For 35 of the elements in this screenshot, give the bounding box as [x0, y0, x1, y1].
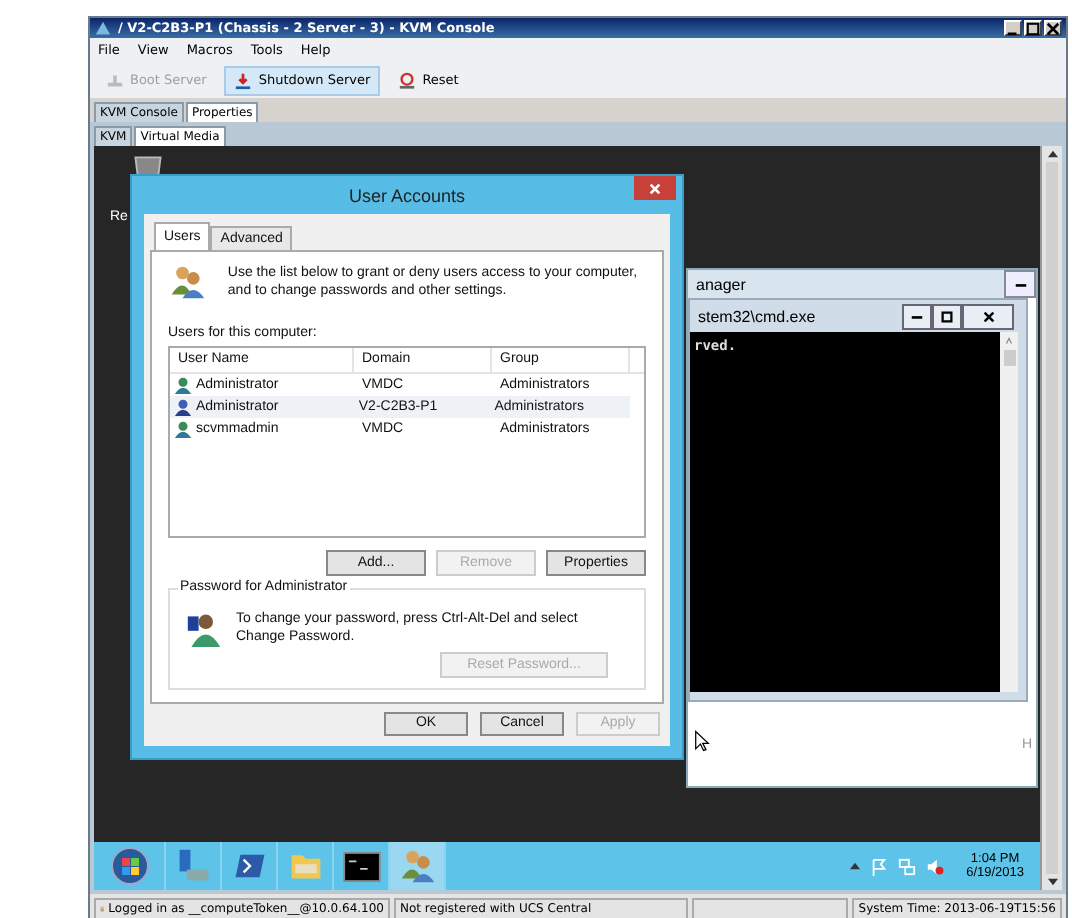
close-icon: [648, 181, 662, 195]
speaker-muted-icon[interactable]: [926, 857, 945, 875]
minimize-button[interactable]: [902, 303, 932, 329]
close-button[interactable]: [962, 303, 1014, 329]
powershell-icon: [231, 850, 267, 882]
scroll-down-icon: [1047, 878, 1057, 886]
user-icon: [174, 419, 192, 438]
scroll-up-icon: [1047, 150, 1057, 158]
close-button[interactable]: [1044, 20, 1062, 36]
users-icon: [168, 264, 208, 300]
user-icon: [186, 609, 222, 648]
dialog-title: User Accounts: [348, 185, 466, 205]
scrollbar[interactable]: [1000, 332, 1018, 692]
console-icon: [341, 851, 381, 881]
reset-icon: [398, 71, 417, 89]
mouse-cursor-icon: [694, 730, 710, 752]
users-icon: [399, 848, 435, 884]
maximize-button[interactable]: [932, 303, 962, 329]
show-hidden-icons-icon[interactable]: [850, 862, 861, 870]
scrollbar[interactable]: [1040, 146, 1062, 890]
user-icon: [174, 375, 192, 394]
maximize-icon: [940, 309, 954, 323]
close-icon: [981, 309, 995, 323]
scroll-up-icon: [1004, 336, 1014, 346]
user-icon: [174, 397, 192, 416]
scroll-thumb[interactable]: [1003, 350, 1015, 366]
minimize-button[interactable]: [1004, 270, 1036, 298]
server-icon: [175, 848, 211, 884]
cmd-window-title: stem32\cmd.exe: [698, 307, 816, 325]
start-orb-icon: [109, 846, 149, 886]
shutdown-icon: [234, 71, 253, 89]
maximize-button[interactable]: [1024, 20, 1042, 36]
lock-icon: [100, 902, 105, 916]
server-manager-title: anager: [696, 275, 746, 293]
boot-icon: [106, 71, 124, 89]
